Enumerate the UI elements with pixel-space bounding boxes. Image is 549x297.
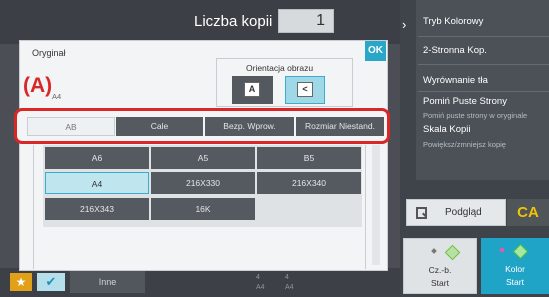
landscape-orientation-button[interactable]: < [285,76,325,104]
copy-screen: Liczba kopii 1 › Tryb Kolorowy 2-Stronna… [0,0,549,297]
size-216x330[interactable]: 216X330 [151,172,255,194]
portrait-orientation-icon: A [244,82,260,97]
start-color-icon [512,243,529,260]
size-216x340[interactable]: 216X340 [257,172,361,194]
preview-label: Podgląd [445,207,482,218]
favorite-star-icon[interactable]: ★ [10,273,32,291]
bw-dot-icon [431,248,437,254]
color-dot-icon [499,247,505,253]
dialog-title: Oryginał [32,48,66,58]
divider [365,145,366,269]
menu-item-copy-ratio-desc: Powiększ/zmniejsz kopię [423,140,506,149]
preview-button[interactable]: Podgląd [406,199,506,226]
size-a6[interactable]: A6 [45,147,149,169]
other-button[interactable]: Inne [70,271,145,293]
copies-input[interactable]: 1 [278,9,334,33]
divider [33,145,34,269]
size-b5[interactable]: B5 [257,147,361,169]
start-bw-label-1: Cz.-b. [428,265,452,275]
menu-item-duplex[interactable]: 2-Stronna Kop. [423,45,487,56]
start-bw-icon [444,244,461,261]
menu-item-background-adjust[interactable]: Wyrównanie tła [423,75,488,86]
ok-button[interactable]: OK [365,41,386,61]
start-bw-button[interactable]: Cz.-b. Start [403,238,477,294]
size-16k[interactable]: 16K [151,198,255,220]
ghost-text: A4 [285,284,294,291]
menu-divider [418,91,549,92]
tab-inch[interactable]: Cale [116,117,203,136]
checkmark-icon[interactable]: ✔ [37,273,65,291]
copies-label: Liczba kopii [194,13,273,30]
tab-ab[interactable]: AB [27,117,115,136]
ghost-text: A4 [256,284,265,291]
size-a5[interactable]: A5 [151,147,255,169]
orientation-label: Orientacja obrazu [246,63,314,73]
menu-divider [418,36,549,37]
size-216x343[interactable]: 216X343 [45,198,149,220]
ghost-text: 4 [285,274,289,281]
start-color-label-2: Start [506,277,524,287]
start-color-button[interactable]: Kolor Start [481,238,549,294]
menu-item-color-mode[interactable]: Tryb Kolorowy [423,16,483,27]
current-size-hint: A4 [52,92,62,101]
annotation-label: (A) [23,74,53,97]
function-menu [416,0,549,180]
preview-icon [416,207,427,219]
menu-divider [418,64,549,65]
tab-custom-size[interactable]: Rozmiar Niestand. [296,117,384,136]
dialog-scrollbar[interactable] [372,145,380,265]
menu-item-skip-blank-desc: Pomiń puste strony w oryginale [423,111,528,120]
landscape-orientation-icon: < [297,82,313,97]
clear-all-button[interactable]: CA [507,199,549,226]
start-color-label-1: Kolor [505,264,525,274]
portrait-orientation-button[interactable]: A [232,76,273,104]
tab-auto-input[interactable]: Bezp. Wprow. [205,117,294,136]
chevron-right-icon[interactable]: › [402,17,406,32]
start-bw-label-2: Start [431,278,449,288]
menu-item-copy-ratio[interactable]: Skala Kopii [423,124,471,135]
size-a4[interactable]: A4 [45,172,149,194]
ghost-text: 4 [256,274,260,281]
menu-item-skip-blank[interactable]: Pomiń Puste Strony [423,96,507,107]
